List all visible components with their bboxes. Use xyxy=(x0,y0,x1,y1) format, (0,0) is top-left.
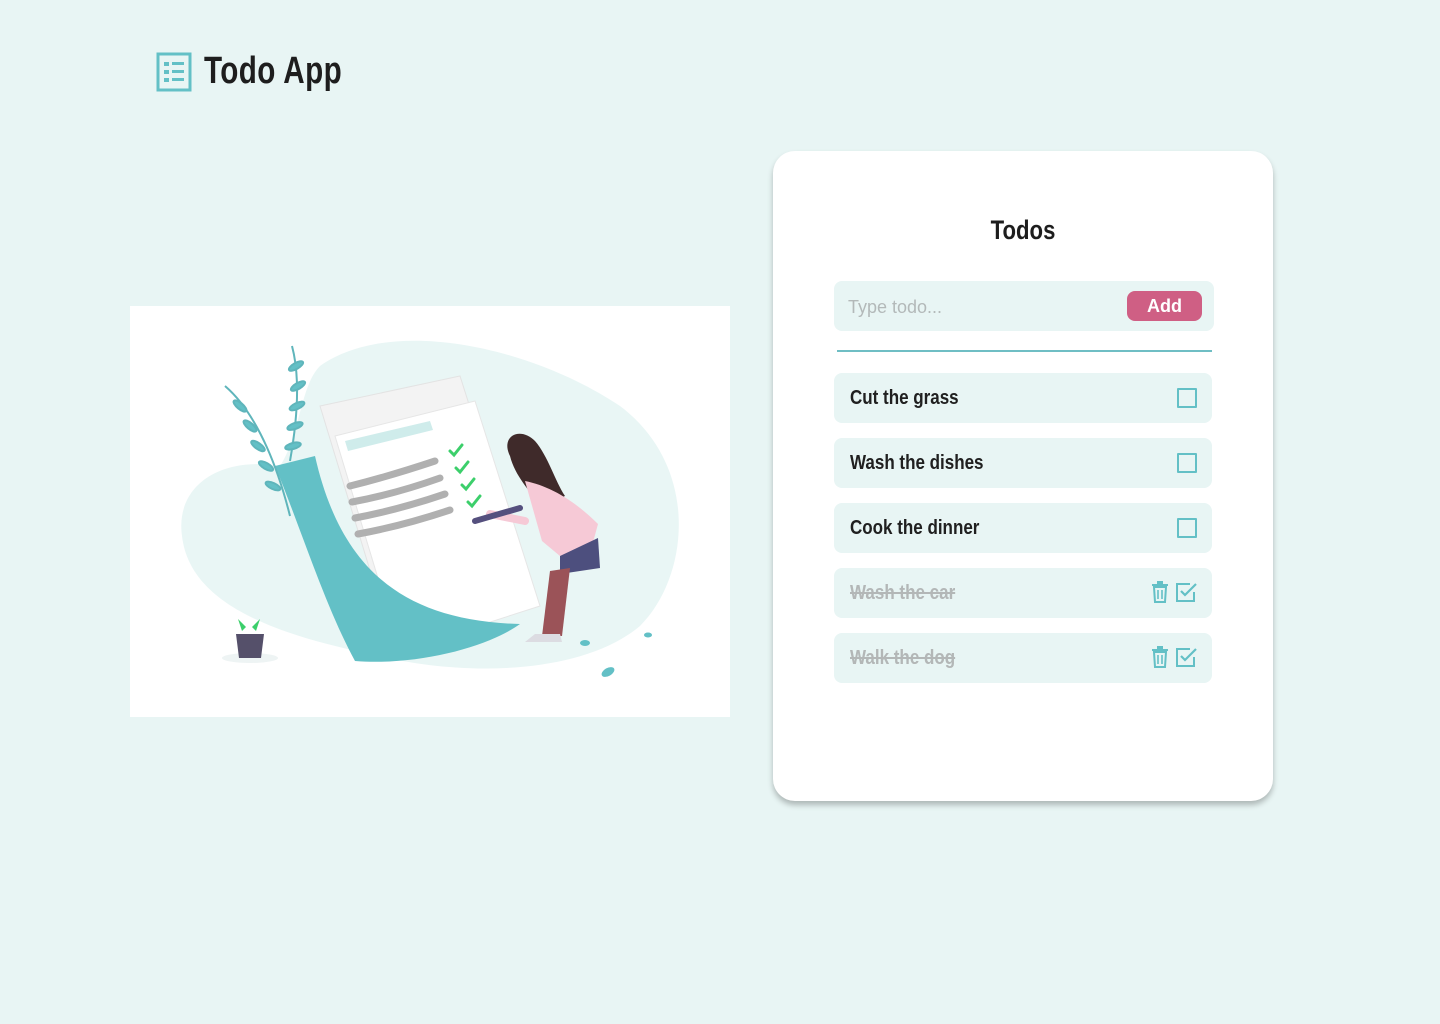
todo-text: Walk the dog xyxy=(850,647,956,669)
app-header: Todo App xyxy=(156,50,381,93)
todo-input[interactable] xyxy=(834,281,1130,333)
checked-checkbox-icon[interactable] xyxy=(1175,646,1197,668)
todo-checkbox[interactable] xyxy=(1177,388,1197,408)
trash-icon[interactable] xyxy=(1151,646,1169,668)
add-todo-form: Add xyxy=(834,281,1214,333)
checked-checkbox-icon[interactable] xyxy=(1175,581,1197,603)
todo-item-completed: Wash the car xyxy=(834,568,1212,618)
list-icon xyxy=(156,52,192,91)
todo-text: Wash the dishes xyxy=(850,452,984,474)
todo-checkbox[interactable] xyxy=(1177,453,1197,473)
todo-card: Todos Add Cut the grass Wash the dishes … xyxy=(773,151,1273,801)
todo-checkbox[interactable] xyxy=(1177,518,1197,538)
todos-heading: Todos xyxy=(990,215,1056,245)
add-button[interactable]: Add xyxy=(1127,291,1202,321)
trash-icon[interactable] xyxy=(1151,581,1169,603)
todo-item: Cut the grass xyxy=(834,373,1212,423)
todo-item: Wash the dishes xyxy=(834,438,1212,488)
todo-item: Cook the dinner xyxy=(834,503,1212,553)
todo-item-completed: Walk the dog xyxy=(834,633,1212,683)
divider xyxy=(837,350,1212,352)
todo-checklist-illustration xyxy=(181,340,679,677)
todo-text: Wash the car xyxy=(850,582,956,604)
todo-text: Cook the dinner xyxy=(850,517,980,539)
todo-text: Cut the grass xyxy=(850,387,959,409)
app-title: Todo App xyxy=(204,50,343,92)
todo-illustration xyxy=(130,306,730,717)
todo-list: Cut the grass Wash the dishes Cook the d… xyxy=(834,373,1212,698)
